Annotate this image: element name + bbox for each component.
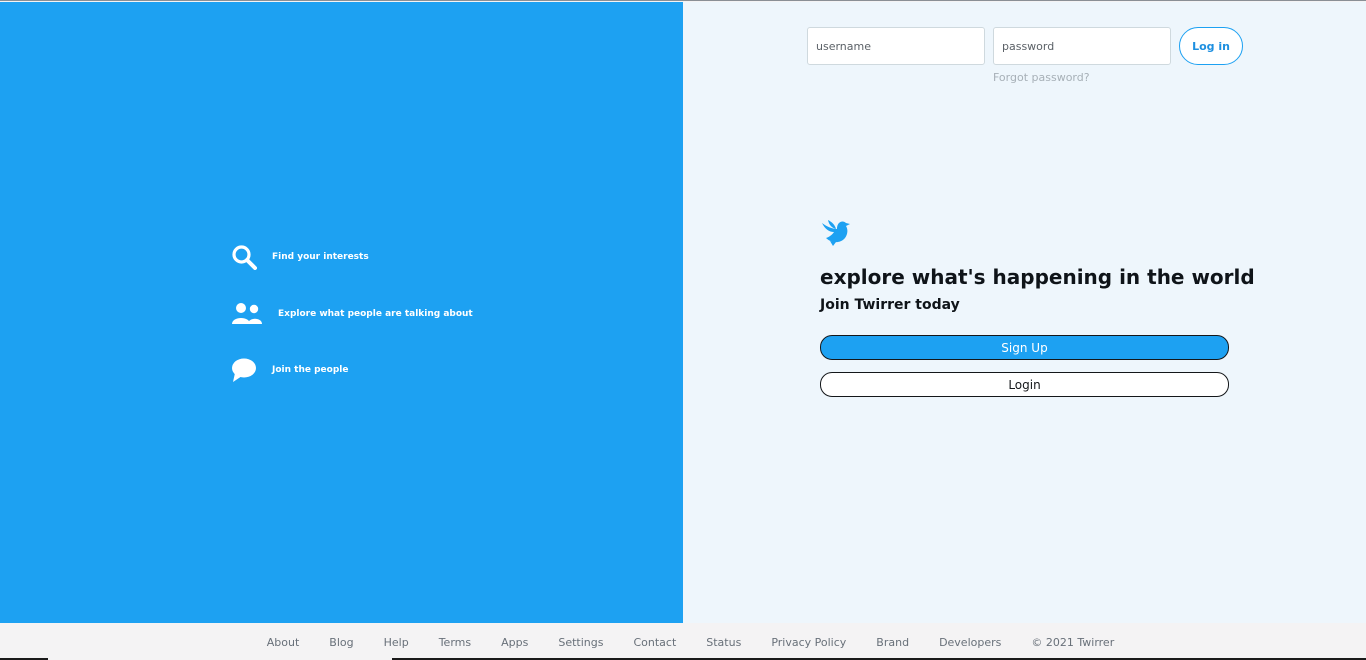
feature-join-people: Join the people xyxy=(231,357,348,383)
feature-label: Join the people xyxy=(272,365,349,375)
feature-find-interests: Find your interests xyxy=(231,244,369,270)
headline: explore what's happening in the world xyxy=(820,265,1255,289)
sign-up-button[interactable]: Sign Up xyxy=(820,335,1229,360)
forgot-password-link[interactable]: Forgot password? xyxy=(993,71,1090,84)
signup-cta: explore what's happening in the world Jo… xyxy=(820,217,1255,397)
people-icon xyxy=(231,302,263,326)
feature-explore-talk: Explore what people are talking about xyxy=(231,302,473,326)
feature-label: Explore what people are talking about xyxy=(278,309,473,319)
log-in-button[interactable]: Log in xyxy=(1179,27,1243,65)
password-input[interactable] xyxy=(993,27,1171,65)
footer-link-status[interactable]: Status xyxy=(706,636,741,649)
subhead: Join Twirrer today xyxy=(820,297,960,313)
search-icon xyxy=(231,244,257,270)
chat-bubble-icon xyxy=(231,357,257,383)
footer-link-settings[interactable]: Settings xyxy=(558,636,603,649)
footer-link-contact[interactable]: Contact xyxy=(633,636,676,649)
footer-link-privacy-policy[interactable]: Privacy Policy xyxy=(771,636,846,649)
username-input[interactable] xyxy=(807,27,985,65)
left-panel: Find your interests Explore what people … xyxy=(0,2,683,623)
right-panel: Log in Forgot password? explore what's h… xyxy=(683,2,1366,623)
copyright: © 2021 Twirrer xyxy=(1031,635,1115,649)
footer-link-blog[interactable]: Blog xyxy=(329,636,353,649)
footer-link-brand[interactable]: Brand xyxy=(876,636,909,649)
bird-icon xyxy=(820,217,1230,249)
footer-link-about[interactable]: About xyxy=(267,636,300,649)
footer-link-terms[interactable]: Terms xyxy=(439,636,471,649)
login-button[interactable]: Login xyxy=(820,372,1229,397)
footer-link-developers[interactable]: Developers xyxy=(939,636,1001,649)
footer-link-apps[interactable]: Apps xyxy=(501,636,528,649)
footer-link-help[interactable]: Help xyxy=(384,636,409,649)
footer: About Blog Help Terms Apps Settings Cont… xyxy=(0,623,1366,660)
feature-label: Find your interests xyxy=(272,252,369,262)
